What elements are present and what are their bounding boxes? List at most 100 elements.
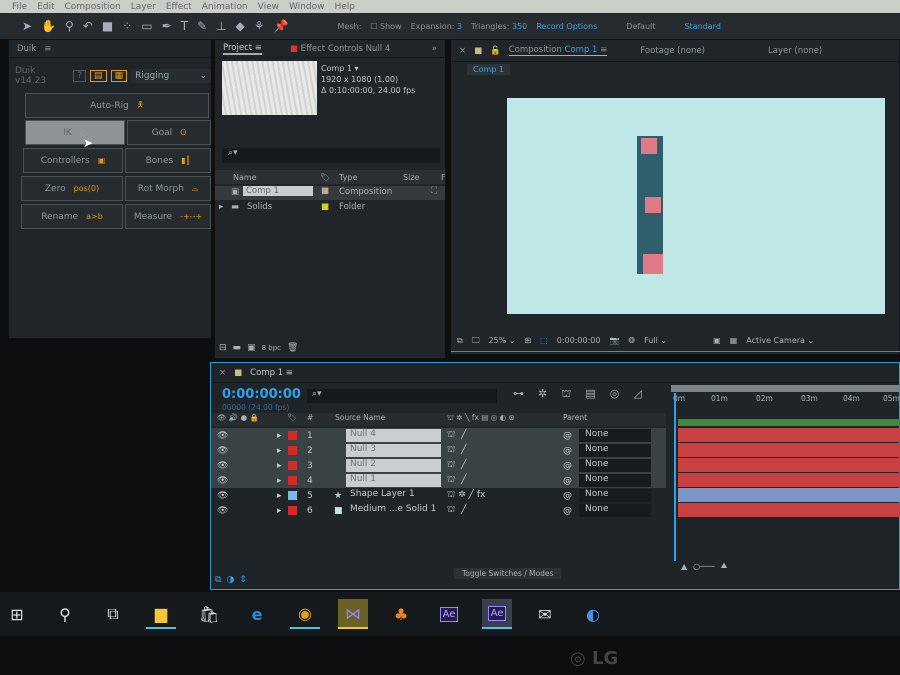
clone-stamp-tool-icon[interactable]: ⊥ (216, 19, 226, 33)
pickwhip-icon[interactable]: @ (563, 461, 572, 471)
zoom-in-icon[interactable]: ⛰ (721, 561, 728, 571)
always-preview-icon[interactable]: ⧉ (457, 336, 463, 346)
snapshot-icon[interactable]: 📷 (609, 336, 619, 345)
menu-view[interactable]: View (258, 2, 279, 12)
switches-icons[interactable]: ⛫ ╱ (447, 475, 466, 486)
layer-row[interactable]: 👁 ▸ 3 Null 2 ⛫ ╱ @ None (211, 458, 666, 473)
close-icon[interactable]: × (459, 46, 466, 56)
project-item-solids[interactable]: ▸ ▬ Solids ■ Folder (215, 202, 445, 216)
composition-tab[interactable]: Composition Comp 1 ≡ (508, 45, 608, 56)
layer-switches-toggle-icon[interactable]: ⧉ (215, 575, 221, 585)
store-icon[interactable]: 🛍 (194, 599, 224, 629)
zoom-tool-icon[interactable]: ⚲ (65, 19, 74, 33)
pickwhip-icon[interactable]: @ (563, 431, 572, 441)
camera-tool-icon[interactable]: ■ (102, 19, 113, 33)
layer-tab[interactable]: Layer (none) (768, 46, 822, 56)
toggle-switches-modes-button[interactable]: Toggle Switches / Modes (454, 568, 562, 579)
project-item-comp[interactable]: ▣ Comp 1 ■ Composition ⛶ (215, 186, 445, 200)
search-icon[interactable]: ⚲ (50, 599, 80, 629)
interpret-footage-icon[interactable]: ⊟ (219, 343, 227, 353)
layer-bar[interactable] (678, 473, 900, 487)
rectangle-tool-icon[interactable]: ▭ (141, 19, 152, 33)
null-4-marker[interactable] (641, 138, 657, 154)
pickwhip-icon[interactable]: @ (563, 491, 572, 501)
eye-icon[interactable]: 👁 (217, 506, 228, 516)
layer-row[interactable]: 👁 ▸ 4 Null 1 ⛫ ╱ @ None (211, 473, 666, 488)
rename-button[interactable]: Rename a>b (21, 204, 123, 229)
zoom-out-icon[interactable]: ▲ (681, 562, 687, 571)
panel-icon[interactable]: ▤ (90, 70, 107, 82)
layer-bar[interactable] (678, 443, 900, 457)
menu-file[interactable]: File (12, 2, 27, 12)
parent-dropdown[interactable]: None (579, 489, 651, 502)
eye-icon[interactable]: 👁 (217, 476, 228, 486)
column-source-name[interactable]: Source Name (335, 413, 385, 422)
time-ruler[interactable]: 0m 01m 02m 03m 04m 05m (667, 383, 900, 409)
comp-breadcrumb[interactable]: Comp 1 (467, 64, 510, 75)
timeline-search-input[interactable]: ⌕▾ (307, 389, 497, 403)
trash-icon[interactable]: 🗑 (287, 343, 298, 353)
file-explorer-icon[interactable]: ▆ (146, 599, 176, 629)
puppet-pin-tool-icon[interactable]: 📌 (274, 19, 289, 33)
project-tab[interactable]: Project ≡ (223, 43, 262, 55)
lock-icon[interactable]: 🔓 (490, 46, 501, 56)
region-of-interest-icon[interactable]: ▣ (713, 336, 721, 345)
edge-icon[interactable]: e (242, 599, 272, 629)
layer-name[interactable]: Null 4 (346, 429, 441, 442)
more-panels-icon[interactable]: » (432, 44, 437, 54)
layer-bar[interactable] (678, 458, 900, 472)
show-mesh-checkbox[interactable]: ☐ Show (370, 22, 401, 31)
transfer-controls-icon[interactable]: ◑ (226, 575, 234, 585)
transparency-grid-icon[interactable]: ▦ (730, 336, 738, 345)
playhead[interactable] (674, 393, 676, 561)
menu-edit[interactable]: Edit (37, 2, 54, 12)
pickwhip-icon[interactable]: @ (563, 476, 572, 486)
eye-icon[interactable]: 👁 (217, 461, 228, 471)
menu-animation[interactable]: Animation (202, 2, 248, 12)
null-3-marker[interactable] (645, 197, 661, 213)
ik-button[interactable]: IK ◌ (25, 120, 125, 145)
record-options-button[interactable]: Record Options (536, 22, 597, 31)
effect-controls-tab[interactable]: ■ Effect Controls Null 4 (290, 44, 390, 54)
triangles-value[interactable]: 350 (512, 22, 527, 31)
layer-name[interactable]: Null 1 (346, 474, 441, 487)
rot-morph-button[interactable]: Rot Morph ⌓ (125, 176, 211, 201)
zoom-dropdown[interactable]: 25% ⌄ (488, 336, 515, 345)
fl-studio-icon[interactable]: ♣ (386, 599, 416, 629)
menu-composition[interactable]: Composition (65, 2, 121, 12)
layer-name[interactable]: Null 2 (346, 459, 441, 472)
parent-dropdown[interactable]: None (579, 429, 651, 442)
monitor-icon[interactable]: 🖵 (472, 336, 480, 346)
expand-arrow-icon[interactable]: ▸ (277, 491, 282, 501)
label-color[interactable] (288, 461, 297, 470)
grid-guides-icon[interactable]: ⊞ (524, 336, 531, 345)
work-area-bar[interactable] (671, 385, 899, 392)
close-icon[interactable]: × (219, 368, 226, 378)
task-view-icon[interactable]: ⧉ (98, 599, 128, 629)
shy-layers-icon[interactable]: ⛫ (561, 387, 571, 402)
composition-viewer[interactable] (507, 98, 885, 314)
slider-handle[interactable]: ○─── (693, 562, 714, 571)
menu-help[interactable]: Help (334, 2, 355, 12)
roto-brush-tool-icon[interactable]: ⚘ (254, 19, 265, 33)
mode-dropdown[interactable]: Rigging ⌄ (131, 69, 212, 83)
pickwhip-icon[interactable]: @ (563, 446, 572, 456)
layer-row[interactable]: 👁 ▸ 5 ★ Shape Layer 1 ⛫ ✲ ╱ fx @ None (211, 488, 666, 503)
hand-tool-icon[interactable]: ✋ (41, 19, 56, 33)
eye-icon[interactable]: 👁 (217, 446, 228, 456)
pen-tool-icon[interactable]: ✒ (162, 19, 172, 33)
zero-button[interactable]: Zero pos(0) (21, 176, 123, 201)
help-button[interactable]: ? (73, 70, 87, 82)
label-color[interactable] (288, 476, 297, 485)
type-tool-icon[interactable]: T (181, 19, 188, 33)
workspace-default[interactable]: Default (626, 22, 655, 31)
expand-arrow-icon[interactable]: ▸ (277, 431, 282, 441)
layer-name[interactable]: Shape Layer 1 (346, 489, 441, 502)
draft-3d-icon[interactable]: ✲ (538, 387, 547, 402)
chrome-icon[interactable]: ◉ (290, 599, 320, 629)
cinema4d-icon[interactable]: ◐ (578, 599, 608, 629)
column-size[interactable]: Size (403, 173, 419, 182)
after-effects-icon[interactable]: Ae (434, 599, 464, 629)
visual-studio-icon[interactable]: ⋈ (338, 599, 368, 629)
current-time[interactable]: 0:00:00:00 (557, 336, 601, 345)
